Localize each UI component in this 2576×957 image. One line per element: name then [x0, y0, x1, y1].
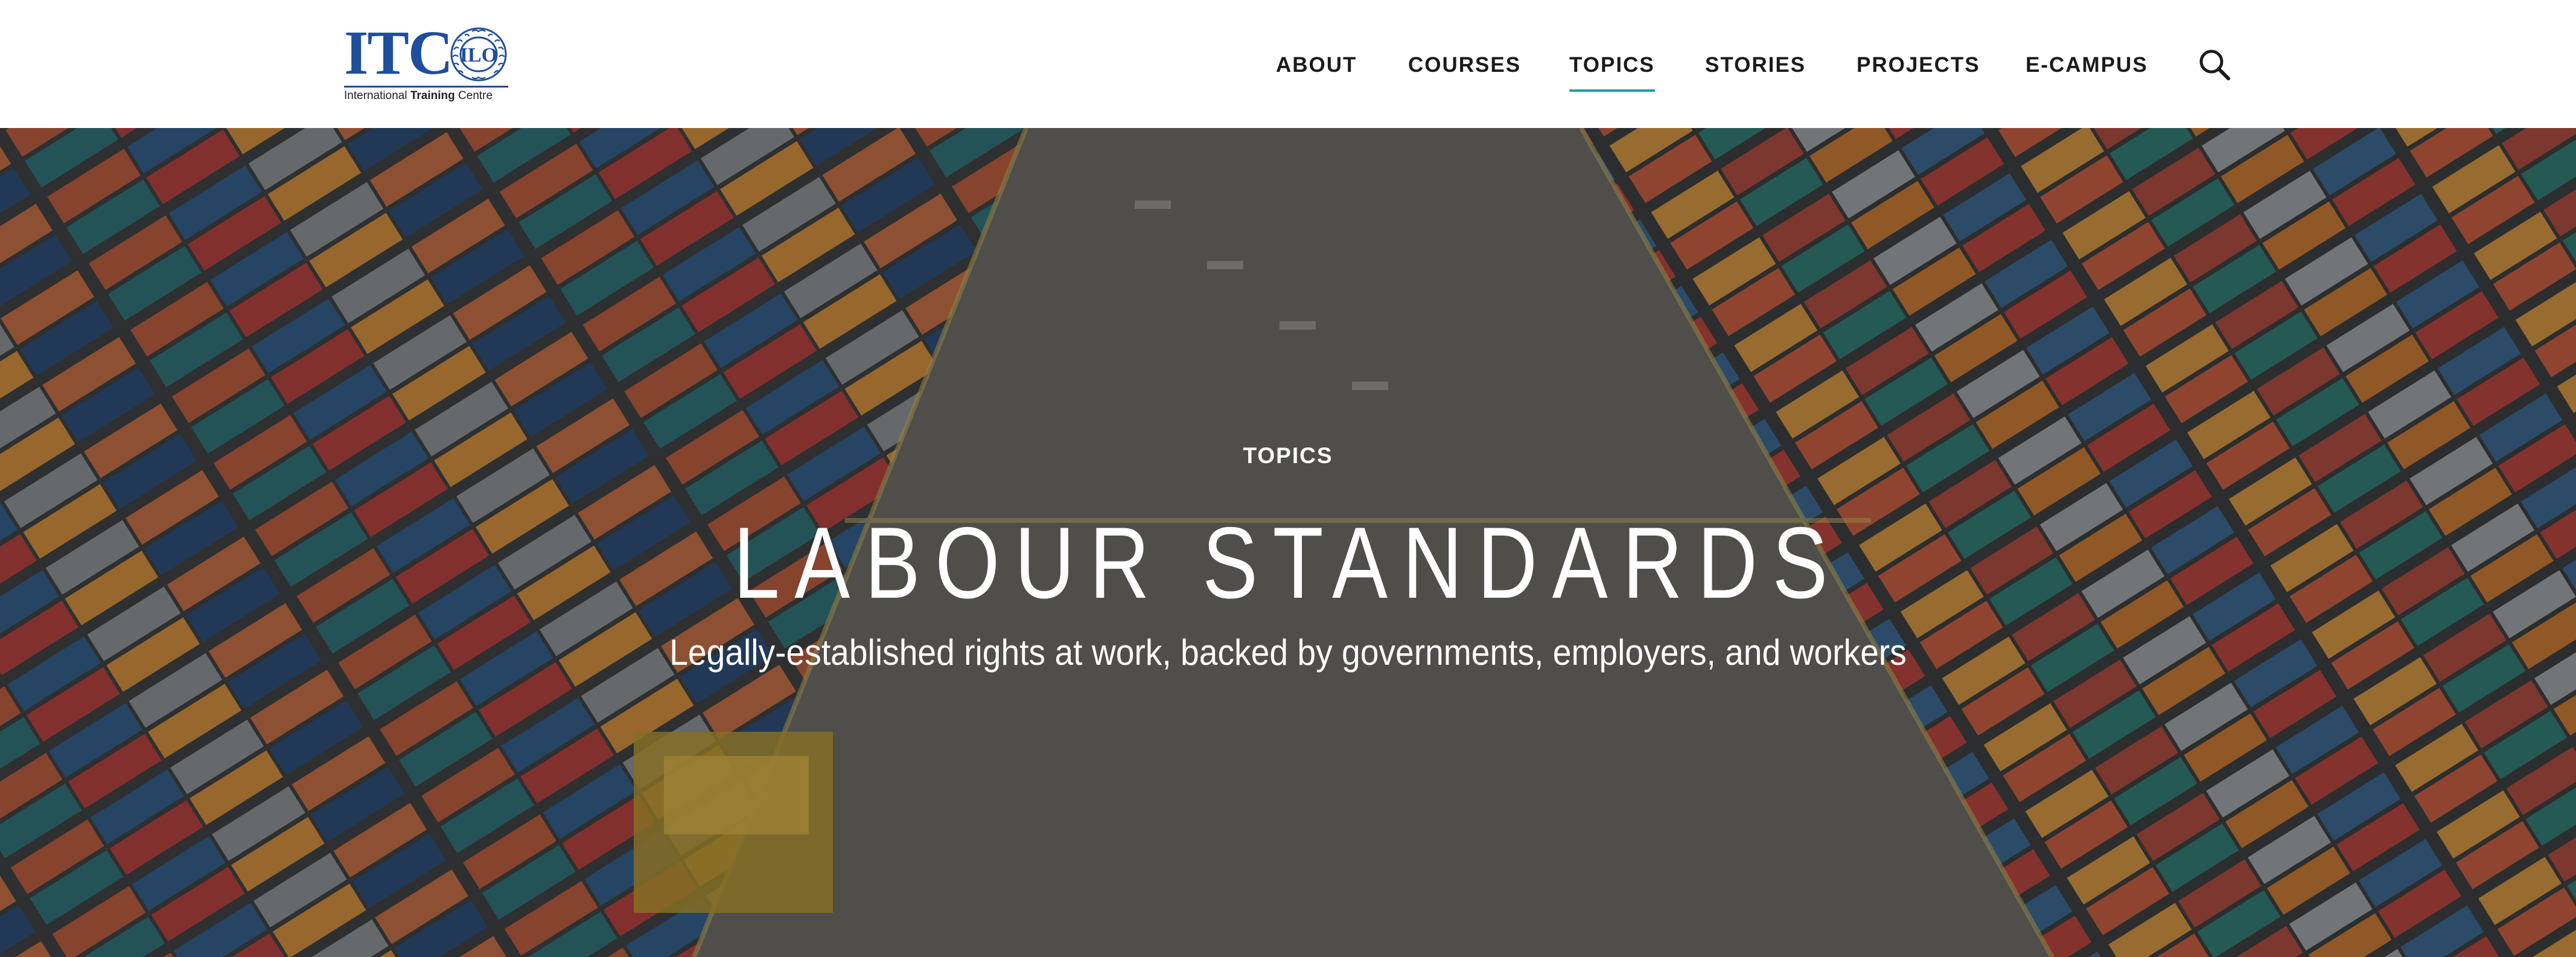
nav-item-courses[interactable]: COURSES: [1408, 52, 1521, 78]
search-icon[interactable]: [2197, 47, 2232, 82]
main-nav: ABOUT COURSES TOPICS STORIES PROJECTS E-…: [0, 0, 2576, 128]
nav-item-projects[interactable]: PROJECTS: [1857, 52, 1980, 78]
nav-item-stories[interactable]: STORIES: [1705, 52, 1806, 78]
hero-banner: TOPICS LABOUR STANDARDS Legally-establis…: [0, 128, 2576, 957]
site-header: ITC ILO International Training Centre AB: [0, 0, 2576, 128]
hero-eyebrow: TOPICS: [1243, 443, 1333, 468]
hero-subtitle: Legally-established rights at work, back…: [669, 632, 1907, 673]
nav-item-e-campus[interactable]: E-CAMPUS: [2026, 52, 2148, 78]
page-title: LABOUR STANDARDS: [733, 506, 1843, 619]
nav-item-about[interactable]: ABOUT: [1276, 52, 1357, 78]
hero-content: TOPICS LABOUR STANDARDS Legally-establis…: [0, 128, 2576, 957]
nav-item-topics[interactable]: TOPICS: [1569, 52, 1655, 92]
